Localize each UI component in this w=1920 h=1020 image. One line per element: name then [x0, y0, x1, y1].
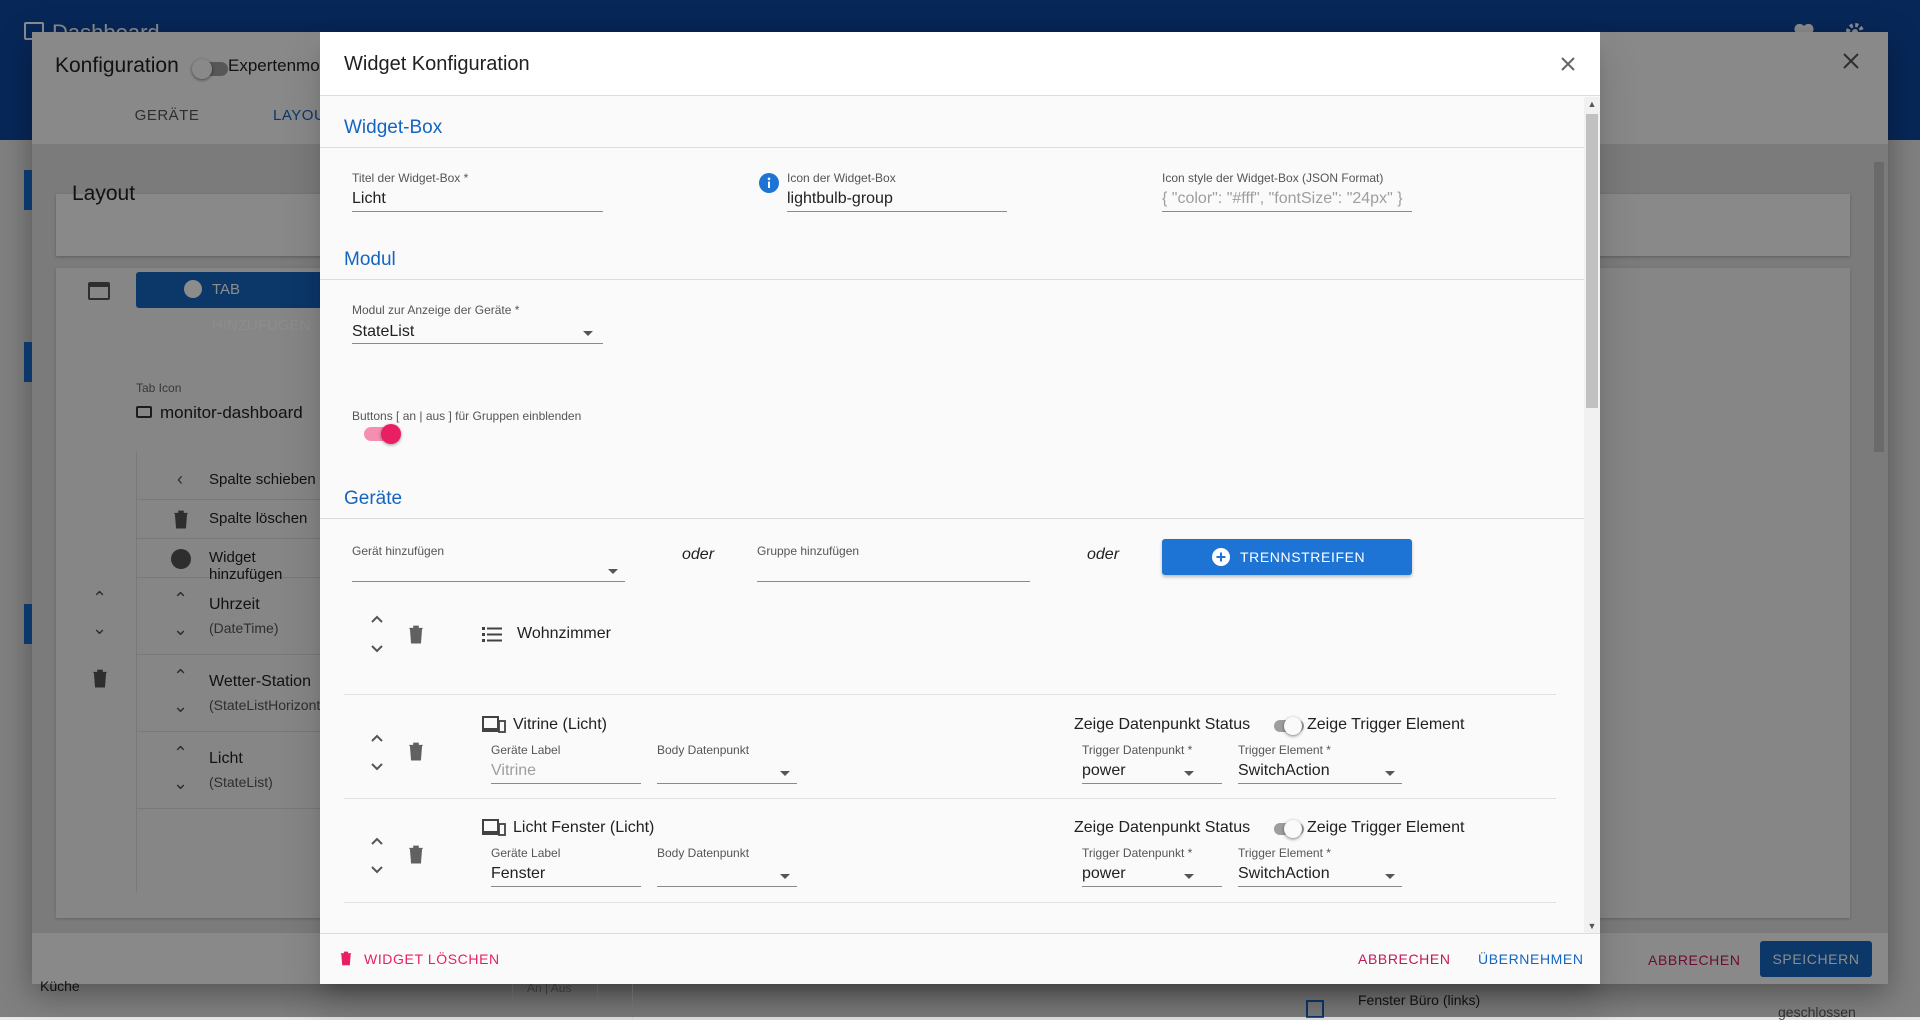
chevron-down-icon[interactable] — [608, 569, 618, 574]
chevron-up-icon[interactable] — [370, 614, 384, 624]
module-select-underline — [352, 343, 603, 344]
chevron-down-icon[interactable] — [1385, 771, 1395, 776]
trigger-datapoint-caption: Trigger Datenpunkt * — [1082, 743, 1193, 757]
plus-circle-icon — [1212, 548, 1230, 566]
devices-icon — [482, 819, 506, 837]
info-icon[interactable] — [759, 173, 779, 193]
section-divider — [320, 147, 1584, 148]
section-divider — [320, 279, 1584, 280]
trash-icon — [340, 950, 352, 966]
chevron-down-icon[interactable] — [1385, 874, 1395, 879]
device-label-caption: Geräte Label — [491, 846, 561, 860]
status-trigger-switch[interactable] — [1274, 717, 1304, 735]
section-title-geraete: Geräte — [344, 488, 403, 509]
scrollbar-thumb[interactable] — [1586, 114, 1598, 408]
device-label-caption: Geräte Label — [491, 743, 561, 757]
add-device-select[interactable] — [352, 581, 625, 582]
chevron-down-icon[interactable] — [1184, 874, 1194, 879]
or-text: oder — [682, 546, 715, 563]
cancel-button[interactable]: ABBRECHEN — [1358, 951, 1451, 967]
chevron-up-icon[interactable] — [370, 836, 384, 846]
title-field[interactable]: Licht — [352, 190, 386, 208]
device-label-underline — [491, 783, 641, 784]
or-text: oder — [1087, 546, 1120, 563]
trash-icon[interactable] — [408, 624, 424, 644]
body-datapoint-caption: Body Datenpunkt — [657, 743, 750, 757]
icon-style-underline — [1162, 211, 1412, 212]
icon-field-underline — [787, 211, 1007, 212]
trigger-element-caption: Trigger Element * — [1238, 846, 1331, 860]
widget-config-dialog: Widget Konfiguration Widget-Box Titel de… — [320, 32, 1600, 984]
chevron-down-icon[interactable] — [370, 762, 384, 772]
title-field-label: Titel der Widget-Box * — [352, 171, 469, 185]
dialog-content[interactable]: Widget-Box Titel der Widget-Box * Licht … — [320, 97, 1584, 933]
chevron-down-icon[interactable] — [370, 644, 384, 654]
chevron-up-icon[interactable] — [370, 733, 384, 743]
icon-field[interactable]: lightbulb-group — [787, 190, 893, 208]
body-datapoint-caption: Body Datenpunkt — [657, 846, 750, 860]
close-icon[interactable] — [1556, 52, 1580, 76]
trigger-datapoint-select[interactable]: power — [1082, 762, 1126, 780]
dialog-title: Widget Konfiguration — [344, 53, 530, 75]
section-title-widget-box: Widget-Box — [344, 117, 443, 138]
group-buttons-switch[interactable] — [364, 424, 401, 444]
chevron-down-icon[interactable] — [780, 771, 790, 776]
list-icon — [482, 625, 502, 643]
chevron-down-icon[interactable] — [370, 865, 384, 875]
chevron-down-icon[interactable] — [780, 874, 790, 879]
add-group-label: Gruppe hinzufügen — [757, 544, 860, 558]
body-datapoint-select[interactable] — [657, 783, 797, 784]
group-name: Wohnzimmer — [517, 625, 611, 642]
devices-icon — [482, 716, 506, 734]
apply-button[interactable]: ÜBERNEHMEN — [1478, 951, 1584, 967]
status-trigger-switch[interactable] — [1274, 820, 1304, 838]
show-status-label: Zeige Datenpunkt Status — [1074, 819, 1251, 836]
chevron-down-icon[interactable] — [1184, 771, 1194, 776]
add-separator-button[interactable]: TRENNSTREIFEN — [1162, 539, 1412, 575]
scroll-down-arrow[interactable]: ▼ — [1584, 919, 1600, 933]
add-group-input[interactable] — [757, 581, 1030, 582]
section-title-modul: Modul — [344, 249, 396, 270]
trigger-datapoint-underline — [1082, 886, 1222, 887]
add-device-label: Gerät hinzufügen — [352, 544, 445, 558]
icon-style-input[interactable]: { "color": "#fff", "fontSize": "24px" } — [1162, 190, 1403, 208]
trash-icon[interactable] — [408, 741, 424, 761]
chevron-down-icon[interactable] — [583, 331, 593, 336]
icon-field-label: Icon der Widget-Box — [787, 171, 896, 185]
trigger-element-caption: Trigger Element * — [1238, 743, 1331, 757]
show-status-label: Zeige Datenpunkt Status — [1074, 716, 1251, 733]
trigger-datapoint-select[interactable]: power — [1082, 865, 1126, 883]
device-row: Vitrine (Licht) Geräte Label Vitrine Bod… — [344, 696, 1556, 799]
trigger-element-underline — [1238, 783, 1402, 784]
device-label-input[interactable]: Vitrine — [491, 762, 536, 780]
device-label-underline — [491, 886, 641, 887]
section-divider — [320, 518, 1584, 519]
group-row: Wohnzimmer — [344, 602, 1556, 695]
show-trigger-label: Zeige Trigger Element — [1307, 819, 1465, 836]
trigger-element-select[interactable]: SwitchAction — [1238, 865, 1330, 883]
device-label-input[interactable]: Fenster — [491, 865, 545, 883]
module-select-label: Modul zur Anzeige der Geräte * — [352, 303, 520, 317]
icon-style-label: Icon style der Widget-Box (JSON Format) — [1162, 171, 1384, 185]
device-row: Licht Fenster (Licht) Geräte Label Fenst… — [344, 800, 1556, 903]
trigger-element-select[interactable]: SwitchAction — [1238, 762, 1330, 780]
scroll-up-arrow[interactable]: ▲ — [1584, 97, 1600, 111]
device-name: Vitrine (Licht) — [513, 716, 607, 733]
trigger-datapoint-caption: Trigger Datenpunkt * — [1082, 846, 1193, 860]
title-field-underline — [352, 211, 603, 212]
show-trigger-label: Zeige Trigger Element — [1307, 716, 1465, 733]
trash-icon[interactable] — [408, 844, 424, 864]
dialog-header: Widget Konfiguration — [320, 32, 1600, 96]
delete-widget-label: WIDGET LÖSCHEN — [364, 951, 500, 967]
trigger-datapoint-underline — [1082, 783, 1222, 784]
group-buttons-label: Buttons [ an | aus ] für Gruppen einblen… — [352, 409, 582, 423]
trigger-element-underline — [1238, 886, 1402, 887]
dialog-footer: WIDGET LÖSCHEN ABBRECHEN ÜBERNEHMEN — [320, 933, 1600, 984]
device-name: Licht Fenster (Licht) — [513, 819, 655, 836]
body-datapoint-select[interactable] — [657, 886, 797, 887]
add-separator-label: TRENNSTREIFEN — [1240, 549, 1366, 565]
module-select[interactable]: StateList — [352, 323, 414, 341]
